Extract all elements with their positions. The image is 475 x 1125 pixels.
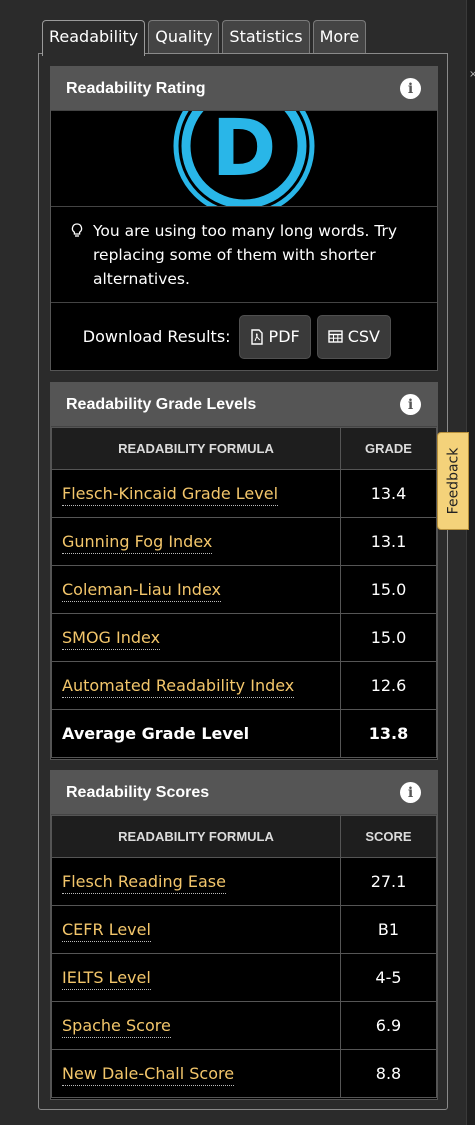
table-row: CEFR Level B1 [51, 905, 437, 954]
table-row: Gunning Fog Index 13.1 [51, 517, 437, 566]
tab-statistics[interactable]: Statistics [222, 20, 310, 54]
column-header-formula: READABILITY FORMULA [51, 815, 341, 858]
download-pdf-button[interactable]: PDF [238, 314, 311, 359]
formula-link[interactable]: IELTS Level [62, 968, 151, 990]
table-row: Coleman-Liau Index 15.0 [51, 565, 437, 614]
formula-link[interactable]: New Dale-Chall Score [62, 1064, 235, 1086]
info-icon[interactable]: i [400, 394, 421, 415]
pdf-label: PDF [268, 327, 300, 346]
grade-badge-icon: D [173, 111, 315, 206]
download-row: Download Results: PDF CSV [51, 302, 437, 370]
side-scroll-strip: × [466, 0, 475, 1125]
scores-title: Readability Scores [66, 783, 210, 801]
tab-quality[interactable]: Quality [148, 20, 220, 54]
table-row: Flesch-Kincaid Grade Level 13.4 [51, 469, 437, 518]
average-grade-value: 13.8 [340, 709, 437, 758]
column-header-formula: READABILITY FORMULA [51, 427, 341, 470]
feedback-label: Feedback [445, 447, 462, 515]
grade-levels-title: Readability Grade Levels [66, 395, 257, 413]
score-value: 6.9 [340, 1001, 437, 1050]
column-header-grade: GRADE [340, 427, 437, 470]
grade-value: 15.0 [340, 613, 437, 662]
average-grade-row: Average Grade Level 13.8 [51, 709, 437, 758]
column-header-score: SCORE [340, 815, 437, 858]
table-row: IELTS Level 4-5 [51, 953, 437, 1002]
score-value: 27.1 [340, 857, 437, 906]
table-row: Flesch Reading Ease 27.1 [51, 857, 437, 906]
table-row: New Dale-Chall Score 8.8 [51, 1049, 437, 1098]
formula-link[interactable]: Coleman-Liau Index [62, 580, 221, 602]
readability-panel: Readability Rating i D You are using too… [38, 53, 448, 1110]
feedback-tab[interactable]: Feedback [437, 432, 469, 530]
formula-link[interactable]: SMOG Index [62, 628, 161, 650]
grade-levels-table: READABILITY FORMULA GRADE Flesch-Kincaid… [51, 427, 437, 758]
table-row: SMOG Index 15.0 [51, 613, 437, 662]
lightbulb-icon [71, 223, 83, 237]
formula-link[interactable]: Flesch Reading Ease [62, 872, 226, 894]
scores-table: READABILITY FORMULA SCORE Flesch Reading… [51, 815, 437, 1098]
tab-bar: Readability Quality Statistics More [42, 20, 367, 56]
info-icon[interactable]: i [400, 782, 421, 803]
scores-header: Readability Scores i [51, 771, 437, 815]
download-csv-button[interactable]: CSV [316, 314, 391, 359]
formula-link[interactable]: Flesch-Kincaid Grade Level [62, 484, 279, 506]
grade-value: 12.6 [340, 661, 437, 710]
grade-value: 13.1 [340, 517, 437, 566]
grade-value: 15.0 [340, 565, 437, 614]
formula-link[interactable]: Spache Score [62, 1016, 171, 1038]
grade-levels-section: Readability Grade Levels i READABILITY F… [50, 382, 438, 760]
tip-text: You are using too many long words. Try r… [93, 222, 398, 288]
tip-box: You are using too many long words. Try r… [51, 206, 437, 302]
formula-link[interactable]: CEFR Level [62, 920, 151, 942]
table-row: Spache Score 6.9 [51, 1001, 437, 1050]
download-label: Download Results: [82, 327, 231, 346]
tab-readability[interactable]: Readability [42, 20, 146, 56]
grade-letter: D [212, 111, 277, 194]
info-icon[interactable]: i [400, 78, 421, 99]
table-row: Automated Readability Index 12.6 [51, 661, 437, 710]
csv-label: CSV [347, 327, 380, 346]
rating-header: Readability Rating i [51, 67, 437, 111]
score-value: 4-5 [340, 953, 437, 1002]
readability-scores-section: Readability Scores i READABILITY FORMULA… [50, 770, 438, 1100]
grade-levels-header: Readability Grade Levels i [51, 383, 437, 427]
average-grade-label: Average Grade Level [51, 709, 341, 758]
score-value: 8.8 [340, 1049, 437, 1098]
rating-title: Readability Rating [66, 79, 206, 97]
pdf-file-icon [250, 328, 263, 345]
formula-link[interactable]: Gunning Fog Index [62, 532, 213, 554]
formula-link[interactable]: Automated Readability Index [62, 676, 295, 698]
grade-value: 13.4 [340, 469, 437, 518]
table-icon [328, 330, 343, 343]
score-value: B1 [340, 905, 437, 954]
readability-rating-section: Readability Rating i D You are using too… [50, 66, 438, 371]
close-x-icon[interactable]: × [469, 70, 475, 80]
tab-more[interactable]: More [312, 20, 367, 54]
grade-badge: D [51, 111, 437, 206]
